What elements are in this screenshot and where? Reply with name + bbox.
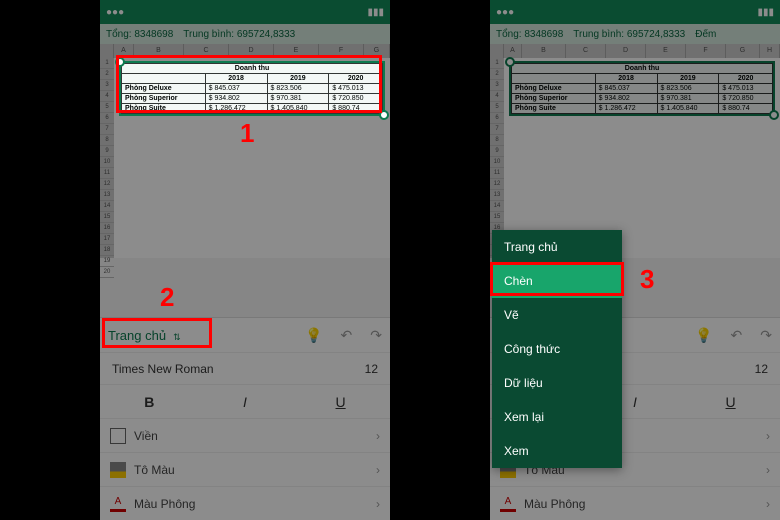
revenue-table[interactable]: Doanh thu 2018 2019 2020 Phòng Deluxe $ … [120,62,384,115]
menu-item-formula[interactable]: Công thức [492,332,622,366]
menu-item-review[interactable]: Xem lại [492,400,622,434]
border-button[interactable]: Viền › [100,418,390,452]
fill-color-button[interactable]: Tô Màu › [100,452,390,486]
spreadsheet-grid[interactable]: Doanh thu 2018 2019 2020 Phòng Deluxe$ 8… [504,58,780,258]
undo-icon[interactable]: ↶ [731,327,743,344]
undo-icon[interactable]: ↶ [341,327,353,344]
border-icon [110,428,126,444]
selection-handle-tl[interactable] [115,57,125,67]
italic-button[interactable]: I [633,394,637,410]
italic-button[interactable]: I [243,394,247,410]
callout-2: 2 [160,282,174,313]
lightbulb-icon[interactable]: 💡 [305,327,322,344]
font-size[interactable]: 12 [365,362,378,376]
menu-item-insert[interactable]: Chèn [492,264,622,298]
fontcolor-icon: A [500,496,516,512]
signal-icon: ▮▮▮ [367,7,384,18]
row-headers: 12345 678910 1112131415 1617181920 [100,58,114,258]
menu-item-view[interactable]: Xem [492,434,622,468]
bold-button[interactable]: B [144,394,154,410]
tab-menu: Trang chủ Chèn Vẽ Công thức Dữ liệu Xem … [492,230,622,468]
column-headers: A B C D E F G H [490,44,780,58]
underline-button[interactable]: U [336,394,346,410]
underline-button[interactable]: U [726,394,736,410]
screen-right: ●●● ▮▮▮ Tổng: 8348698 Trung bình: 695724… [490,0,780,520]
selection-handle-br[interactable] [769,110,779,120]
font-color-button[interactable]: A Màu Phông› [490,486,780,520]
notif-icon: ●●● [106,7,124,18]
summary-bar: Tổng: 8348698 Trung bình: 695724,8333 Đế… [490,24,780,44]
status-bar: ●●● ▮▮▮ [490,0,780,24]
font-name[interactable]: Times New Roman [112,362,214,376]
lightbulb-icon[interactable]: 💡 [695,327,712,344]
redo-icon[interactable]: ↷ [370,327,382,344]
spreadsheet-grid[interactable]: Doanh thu 2018 2019 2020 Phòng Deluxe $ … [114,58,390,258]
selection-handle-br[interactable] [379,110,389,120]
callout-3: 3 [640,264,654,295]
chevron-right-icon: › [376,497,380,511]
selection-handle-tl[interactable] [505,57,515,67]
summary-bar: Tổng: 8348698 Trung bình: 695724,8333 [100,24,390,44]
font-size[interactable]: 12 [755,362,768,376]
redo-icon[interactable]: ↷ [760,327,772,344]
column-headers: A B C D E F G [100,44,390,58]
callout-1: 1 [240,118,254,149]
menu-item-data[interactable]: Dữ liệu [492,366,622,400]
menu-item-draw[interactable]: Vẽ [492,298,622,332]
chevron-updown-icon [170,328,181,343]
menu-item-home[interactable]: Trang chủ [492,230,622,264]
avg-label: Trung bình: 695724,8333 [183,29,295,40]
revenue-table[interactable]: Doanh thu 2018 2019 2020 Phòng Deluxe$ 8… [510,62,774,115]
sum-label: Tổng: 8348698 [106,29,173,40]
chevron-right-icon: › [376,463,380,477]
bucket-icon [110,462,126,478]
chevron-right-icon: › [376,429,380,443]
toolbar: Trang chủ 💡 ↶ ↷ Times New Roman 12 B I U… [100,317,390,520]
fontcolor-icon: A [110,496,126,512]
font-color-button[interactable]: A Màu Phông › [100,486,390,520]
screen-left: ●●● ▮▮▮ Tổng: 8348698 Trung bình: 695724… [100,0,390,520]
tab-selector[interactable]: Trang chủ [108,328,181,343]
status-bar: ●●● ▮▮▮ [100,0,390,24]
